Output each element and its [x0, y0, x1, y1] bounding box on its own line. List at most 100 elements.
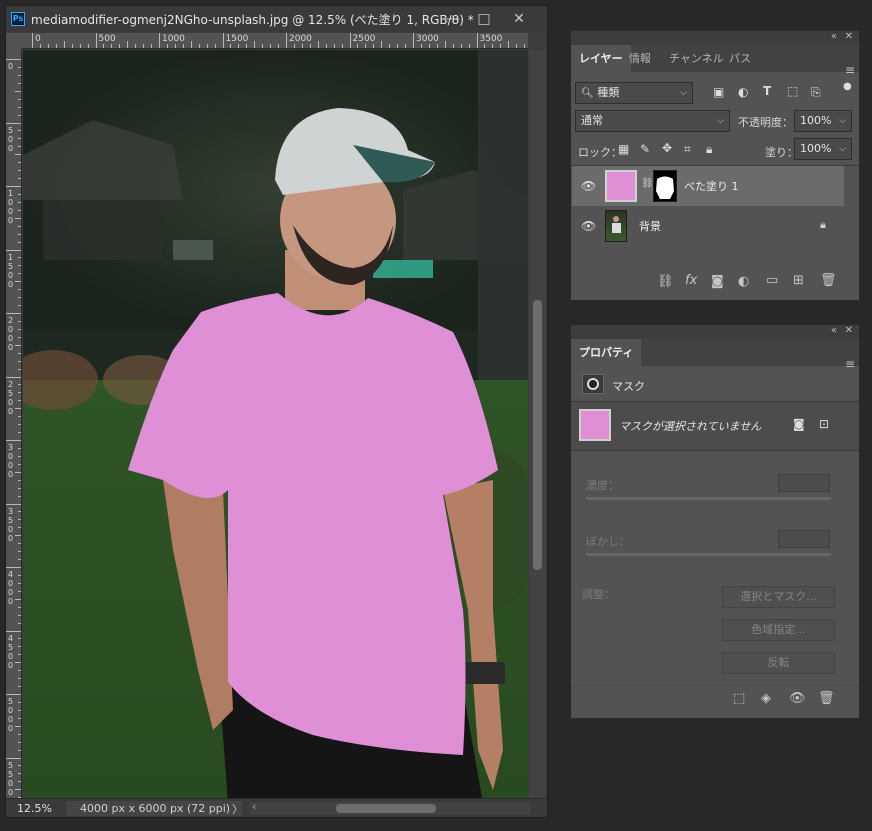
apply-mask-icon[interactable]: ◈: [761, 691, 771, 706]
vertical-scrollbar[interactable]: [529, 50, 546, 803]
horizontal-scroll-thumb[interactable]: [336, 804, 436, 813]
ruler-minor-tick: [18, 352, 21, 354]
ruler-minor-tick: [428, 44, 430, 48]
ruler-minor-tick: [230, 44, 232, 48]
ruler-minor-tick: [365, 44, 367, 48]
smart-object-filter-icon[interactable]: ⎘: [811, 85, 821, 100]
ruler-minor-tick: [18, 646, 21, 648]
ruler-minor-tick: [18, 384, 21, 386]
document-titlebar[interactable]: Ps mediamodifier-ogmenj2NGho-unsplash.jp…: [6, 6, 547, 32]
trash-icon[interactable]: 🗑︎: [818, 691, 835, 706]
ruler-label: 1000: [162, 34, 185, 44]
status-menu-arrow-icon[interactable]: 〉: [232, 801, 243, 817]
vertical-scroll-thumb[interactable]: [533, 300, 542, 570]
opacity-field[interactable]: 100% ⌵: [794, 110, 852, 132]
ruler-tick: [6, 503, 21, 505]
lock-icon: 🔒︎: [820, 218, 826, 231]
ruler-label-digit: 0: [8, 62, 14, 71]
ruler-minor-tick: [524, 44, 526, 48]
mask-thumbnail[interactable]: [653, 170, 677, 202]
ruler-minor-tick: [492, 44, 494, 48]
photo-artwork: [23, 50, 528, 803]
layer-name[interactable]: 背景: [639, 218, 661, 234]
ruler-tick: [286, 33, 287, 48]
ruler-minor-tick: [389, 44, 391, 48]
fill-swatch[interactable]: [579, 409, 611, 441]
ruler-minor-tick: [18, 265, 21, 267]
layer-filter-dropdown[interactable]: 🔍︎ 種類 ⌵: [575, 82, 693, 104]
lock-artboard-icon[interactable]: ⌗: [684, 142, 691, 157]
fill-field[interactable]: 100% ⌵: [794, 138, 852, 160]
mask-section-icon: [582, 374, 604, 394]
ruler-minor-tick: [373, 44, 375, 48]
close-panel-icon[interactable]: ✕: [845, 31, 853, 42]
maximize-button[interactable]: □: [469, 9, 499, 29]
fx-icon[interactable]: fx: [685, 273, 697, 288]
vector-mask-icon[interactable]: ⊡: [819, 417, 829, 431]
ruler-tick: [222, 33, 224, 48]
lock-position-icon[interactable]: ✥: [662, 141, 672, 155]
load-selection-icon[interactable]: ⬚: [733, 691, 745, 706]
zoom-level[interactable]: 12.5%: [17, 802, 52, 815]
lock-all-icon[interactable]: 🔒︎: [706, 142, 712, 157]
ruler-minor-tick: [18, 162, 21, 164]
hamburger-icon[interactable]: ≡: [845, 63, 855, 77]
close-panel-icon[interactable]: ✕: [845, 325, 853, 336]
ruler-minor-tick: [357, 44, 359, 48]
link-icon[interactable]: ⛓︎: [641, 178, 654, 189]
type-layer-filter-icon[interactable]: T: [763, 84, 771, 98]
blend-mode-dropdown[interactable]: 通常 ⌵: [575, 110, 730, 132]
vertical-ruler[interactable]: 0500100015002000250030003500400045005000…: [6, 49, 22, 803]
link-layers-icon[interactable]: ⛓︎: [657, 274, 674, 289]
layer-row-background[interactable]: 👁︎ 背景 🔒︎: [572, 206, 844, 246]
color-range-button[interactable]: 色域指定...: [722, 619, 835, 641]
eye-icon[interactable]: 👁︎: [581, 179, 596, 193]
horizontal-scrollbar[interactable]: ‹: [250, 800, 530, 815]
background-layer-thumbnail[interactable]: [605, 210, 627, 242]
fill-layer-thumbnail[interactable]: [605, 170, 637, 202]
adjustment-layer-icon[interactable]: ◐: [738, 274, 749, 289]
tab-properties[interactable]: プロパティ: [571, 339, 642, 366]
trash-icon[interactable]: 🗑︎: [820, 273, 837, 288]
ruler-corner[interactable]: [6, 33, 22, 49]
pixel-mask-icon[interactable]: ◙: [793, 417, 805, 431]
filter-toggle-icon[interactable]: ●: [843, 81, 852, 92]
ruler-label-digit: 0: [8, 588, 14, 597]
ruler-minor-tick: [18, 74, 21, 76]
ruler-label-digit: 1: [8, 189, 14, 198]
folder-icon[interactable]: ▭: [766, 273, 778, 288]
minimize-button[interactable]: —: [438, 9, 468, 29]
eye-icon[interactable]: 👁︎: [581, 219, 596, 233]
lock-transparent-pixels-icon[interactable]: ▦: [618, 142, 629, 156]
tab-info[interactable]: 情報: [621, 45, 659, 72]
ruler-minor-tick: [405, 44, 407, 48]
close-button[interactable]: ✕: [504, 9, 534, 29]
eye-icon[interactable]: 👁︎: [789, 691, 806, 706]
pixel-layer-filter-icon[interactable]: ▣: [713, 85, 724, 99]
lock-image-pixels-icon[interactable]: ✎: [640, 142, 650, 156]
document-size-info[interactable]: 4000 px x 6000 px (72 ppi): [66, 801, 242, 816]
horizontal-ruler[interactable]: 0 500 1000 1500 2000 2500 3000 3500: [22, 33, 528, 49]
hamburger-icon[interactable]: ≡: [845, 357, 855, 371]
tab-paths[interactable]: パス: [721, 45, 759, 72]
image-canvas[interactable]: [23, 50, 528, 803]
collapse-panel-icon[interactable]: «: [831, 31, 837, 42]
ruler-minor-tick: [55, 44, 57, 48]
collapse-panel-icon[interactable]: «: [831, 325, 837, 336]
adjustment-layer-filter-icon[interactable]: ◐: [738, 85, 748, 99]
new-layer-icon[interactable]: ⊞: [793, 273, 804, 288]
layer-row-fill[interactable]: 👁︎ ⛓︎ べた塗り 1: [572, 166, 844, 206]
add-mask-icon[interactable]: ◙: [711, 274, 724, 289]
scroll-left-arrow-icon[interactable]: ‹: [252, 800, 256, 813]
layer-name[interactable]: べた塗り 1: [684, 178, 739, 194]
ruler-minor-tick: [452, 44, 454, 48]
ruler-minor-tick: [254, 41, 256, 48]
select-and-mask-button[interactable]: 選択とマスク...: [722, 586, 835, 608]
panel-header-strip[interactable]: « ✕: [571, 325, 859, 339]
ruler-label: 1500: [225, 34, 249, 44]
ruler-minor-tick: [18, 582, 21, 584]
ruler-minor-tick: [103, 44, 105, 48]
invert-button[interactable]: 反転: [722, 652, 835, 674]
shape-layer-filter-icon[interactable]: ⬚: [787, 84, 798, 98]
panel-header-strip[interactable]: « ✕: [571, 31, 859, 45]
